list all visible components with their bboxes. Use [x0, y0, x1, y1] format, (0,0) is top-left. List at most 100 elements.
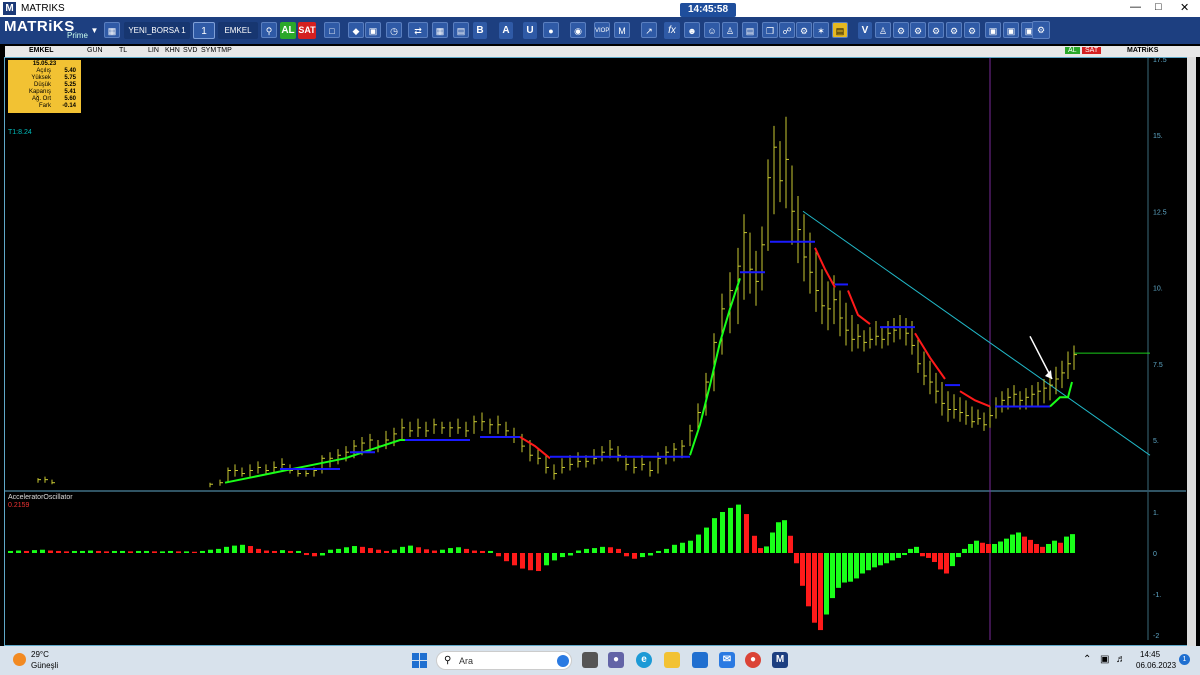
users-icon[interactable]: ☺: [704, 22, 720, 38]
workspace-icon[interactable]: ▦: [104, 22, 120, 38]
ohlc-avg-value: 5.60: [64, 96, 76, 102]
bold-button[interactable]: B: [473, 22, 487, 39]
tab-lin[interactable]: LIN: [148, 47, 159, 54]
tray-network-icon[interactable]: ▣: [1100, 654, 1109, 665]
m-icon[interactable]: M: [614, 22, 630, 38]
search-placeholder: Ara: [459, 656, 474, 666]
brand-subtitle: Prime: [67, 31, 88, 40]
tray-volume-icon[interactable]: ♬: [1116, 654, 1126, 665]
subbar-buy-button[interactable]: AL: [1065, 47, 1080, 54]
search-icon: ⚲: [444, 655, 452, 666]
file-explorer-icon[interactable]: [664, 652, 680, 668]
cube-icon[interactable]: ◆: [348, 22, 364, 38]
formula-button[interactable]: fx: [664, 22, 680, 39]
buy-button[interactable]: AL: [280, 22, 296, 39]
ohlc-close-value: 5.41: [64, 89, 76, 95]
handshake-icon[interactable]: ⇄: [408, 22, 428, 38]
underline-button[interactable]: U: [523, 22, 537, 39]
ohlc-change-value: -0.14: [62, 103, 76, 109]
chart-area[interactable]: [4, 57, 1196, 646]
edge-icon[interactable]: e: [636, 652, 652, 668]
task-view-icon[interactable]: [582, 652, 598, 668]
ohlc-low-value: 5.25: [64, 82, 76, 88]
tray-date[interactable]: 06.06.2023: [1136, 661, 1176, 670]
compass-icon[interactable]: ◉: [570, 22, 586, 38]
weather-desc[interactable]: Güneşli: [31, 661, 58, 670]
link-icon[interactable]: ☍: [779, 22, 795, 38]
gear-4-icon[interactable]: ⚙: [946, 22, 962, 38]
notification-badge[interactable]: 1: [1179, 654, 1190, 665]
gear-5-icon[interactable]: ⚙: [964, 22, 980, 38]
window-close-button[interactable]: ✕: [1180, 1, 1189, 14]
gear-2-icon[interactable]: ⚙: [910, 22, 926, 38]
viop-icon[interactable]: VIOP: [594, 22, 610, 38]
person-icon[interactable]: ♙: [722, 22, 738, 38]
app-logo-icon: M: [3, 2, 16, 15]
matriks-taskbar-icon[interactable]: M: [772, 652, 788, 668]
tab-svd[interactable]: SVD: [183, 47, 197, 54]
tab-tmp[interactable]: TMP: [217, 47, 232, 54]
weather-temp[interactable]: 29°C: [31, 650, 49, 659]
window-icon[interactable]: ▣: [985, 22, 1001, 38]
tab-gun[interactable]: GUN: [87, 47, 103, 54]
chrome-icon[interactable]: ●: [745, 652, 761, 668]
clock-icon[interactable]: ◷: [386, 22, 402, 38]
monitor-icon[interactable]: ▣: [365, 22, 381, 38]
ohlc-date: 15.05.23: [32, 61, 57, 67]
oscillator-title: AcceleratorOscillator: [8, 494, 73, 501]
tab-sym[interactable]: SYM: [201, 47, 216, 54]
font-button[interactable]: A: [499, 22, 513, 39]
indicator-legend: T1:8.24: [8, 129, 32, 136]
teams-icon[interactable]: ●: [608, 652, 624, 668]
brand-logo: MATRiKS: [4, 18, 75, 35]
store-icon[interactable]: [692, 652, 708, 668]
tray-time[interactable]: 14:45: [1140, 650, 1160, 659]
gear-icon[interactable]: ⚙: [893, 22, 909, 38]
chart-scrollbar[interactable]: [1187, 57, 1196, 646]
calc-icon[interactable]: [1013, 22, 1029, 38]
layout-number-select[interactable]: 1: [193, 22, 215, 39]
tab-khn[interactable]: KHN: [165, 47, 180, 54]
search-bing-icon: [557, 655, 569, 667]
workspace-select[interactable]: YENI_BORSA 1: [124, 22, 190, 39]
person-2-icon[interactable]: ♙: [875, 22, 891, 38]
mail-icon[interactable]: ✉: [719, 652, 735, 668]
window-maximize-button[interactable]: □: [1155, 1, 1162, 13]
symbol-select[interactable]: EMKEL: [218, 22, 258, 39]
ohlc-avg-label: Ağ. Ort: [31, 96, 51, 102]
window-minimize-button[interactable]: —: [1130, 1, 1141, 13]
gear-3-icon[interactable]: ⚙: [928, 22, 944, 38]
subbar-sell-button[interactable]: SAT: [1082, 47, 1102, 54]
ohlc-change-label: Fark: [39, 103, 51, 109]
weather-icon[interactable]: [13, 653, 26, 666]
brand-dropdown-button[interactable]: ▼: [90, 22, 99, 39]
tab-tl[interactable]: TL: [119, 47, 127, 54]
zoom-icon[interactable]: ⚲: [261, 22, 277, 38]
twitter-icon[interactable]: ✶: [813, 22, 829, 38]
ohlc-close-label: Kapanış: [28, 89, 51, 95]
chart-icon[interactable]: □: [324, 22, 340, 38]
v-button[interactable]: V: [858, 22, 872, 39]
window-title-bar: M MATRIKS 14:45:58 — □ ✕: [0, 0, 1200, 17]
ohlc-low-label: Düşük: [33, 82, 51, 88]
system-gear-icon[interactable]: ⚙: [1032, 21, 1050, 39]
copy-icon[interactable]: ❐: [762, 22, 778, 38]
user-icon[interactable]: ☻: [684, 22, 700, 38]
start-button[interactable]: [412, 653, 427, 668]
line-chart-icon[interactable]: ↗: [641, 22, 657, 38]
tray-chevron-icon[interactable]: ⌃: [1083, 654, 1091, 665]
grid-icon[interactable]: ▦: [432, 22, 448, 38]
ohlc-high-value: 5.75: [64, 75, 76, 81]
notes-icon[interactable]: ▤: [832, 22, 848, 38]
table-icon[interactable]: ▤: [453, 22, 469, 38]
subbar-brand: MATRiKS: [1127, 47, 1159, 54]
ohlc-open-value: 5.40: [64, 68, 76, 74]
globe-icon[interactable]: ●: [543, 22, 559, 38]
taskbar-search[interactable]: ⚲ Ara: [436, 651, 572, 670]
sell-button[interactable]: SAT: [298, 22, 316, 39]
chart-symbol-label: EMKEL: [29, 47, 54, 54]
settings-icon[interactable]: ⚙: [796, 22, 812, 38]
oscillator-value: 0.2159: [8, 502, 30, 509]
document-icon[interactable]: ▤: [742, 22, 758, 38]
ohlc-info-box: 15.05.23 Açılış 5.40 Yüksek 5.75 Düşük 5.25…: [8, 60, 81, 113]
